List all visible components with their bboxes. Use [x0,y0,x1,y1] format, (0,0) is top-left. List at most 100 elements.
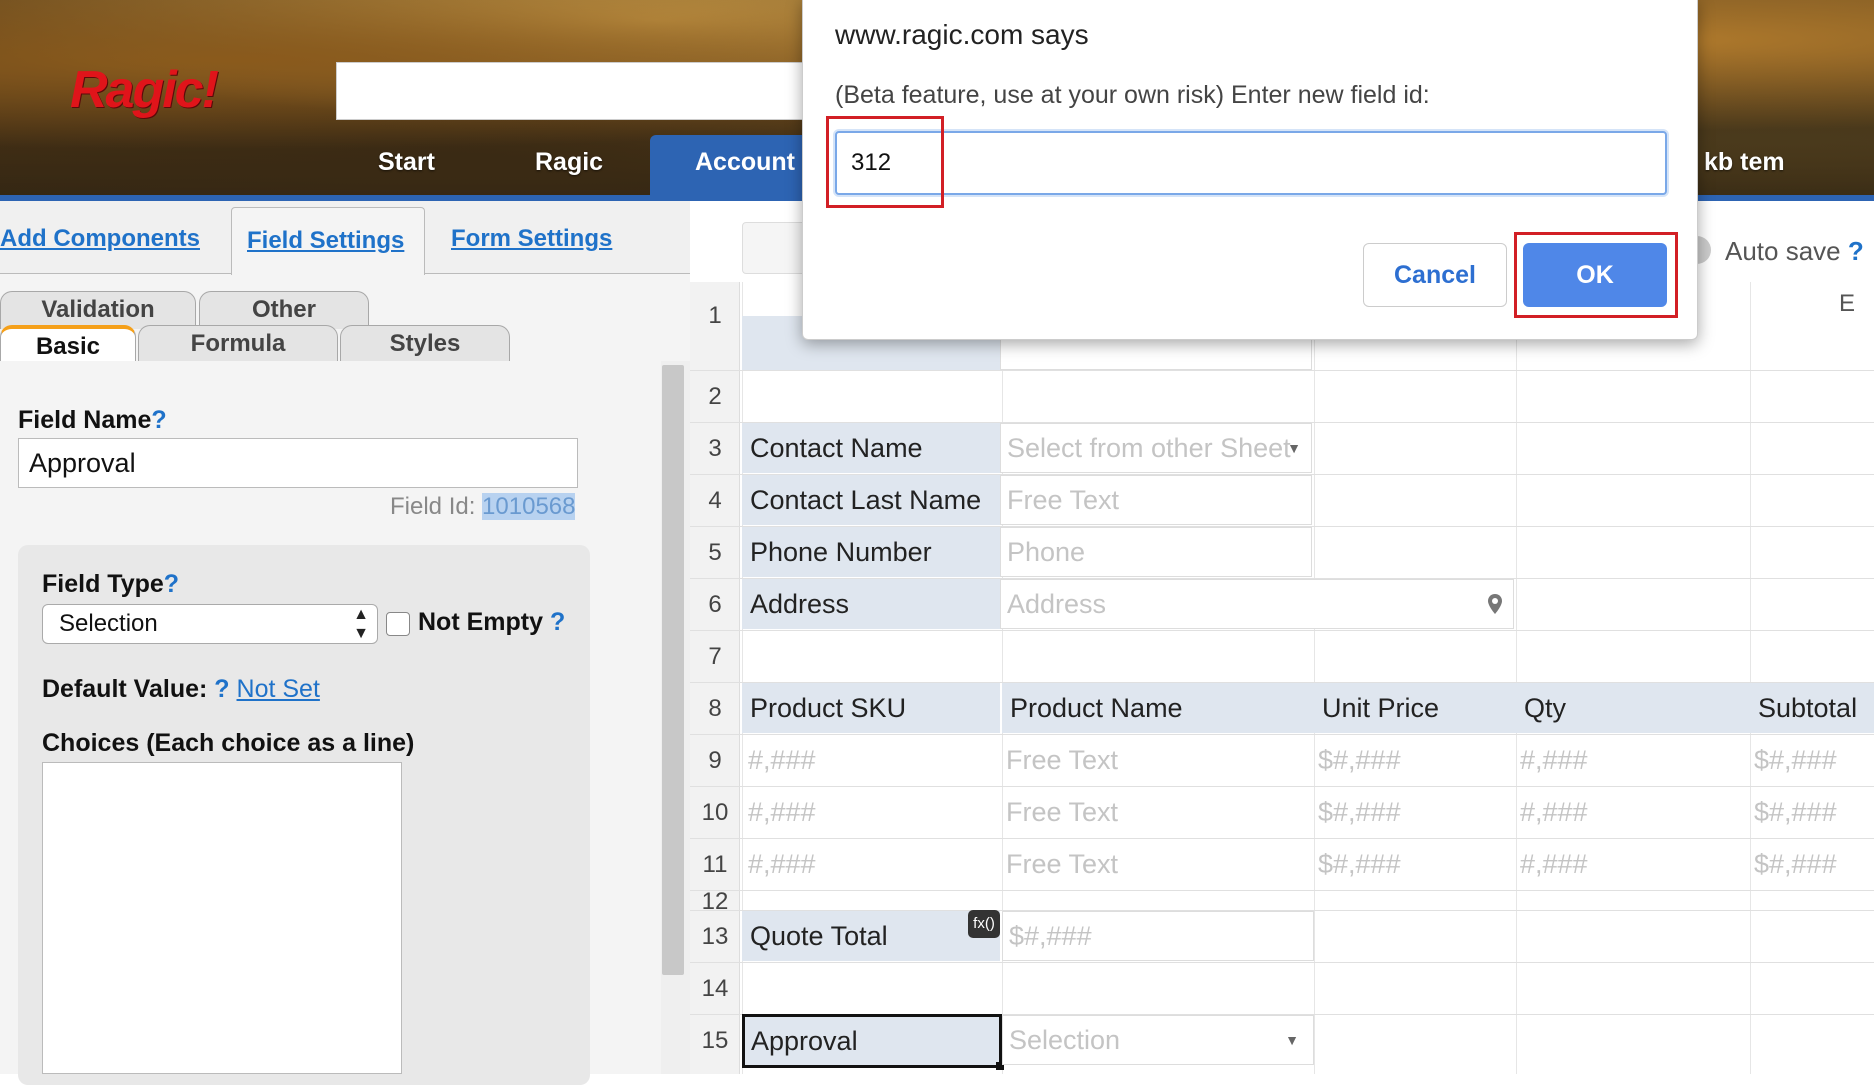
row-number: 1 [708,302,722,329]
global-search-input[interactable] [336,62,806,120]
table-cell-price[interactable]: $#,### [1318,849,1401,880]
address-field[interactable]: Address [1000,579,1514,629]
row-number: 6 [708,591,722,618]
default-value-link[interactable]: Not Set [237,675,320,703]
select-arrows-icon: ▲ ▼ [353,606,369,642]
field-type-help-icon[interactable]: ? [164,570,179,598]
nav-start[interactable]: Start [378,148,435,177]
not-empty-label: Not Empty ? [418,608,566,636]
row-number: 5 [708,539,722,566]
field-name-label: Field Name? [18,406,167,434]
ragic-logo[interactable]: Ragic! [70,60,219,120]
annotation-highlight-ok [1514,232,1678,318]
table-cell-subtotal[interactable]: $#,### [1754,797,1837,828]
field-type-label: Field Type? [42,570,180,598]
contact-name-field[interactable]: Select from other Sheet ▼ [1000,423,1312,473]
column-header-e[interactable]: E [1839,290,1855,318]
grid-row-line [690,786,1874,787]
cancel-button[interactable]: Cancel [1363,243,1507,307]
row-number: 3 [708,435,722,462]
table-cell-price[interactable]: $#,### [1318,745,1401,776]
phone-number-field[interactable]: Phone [1000,527,1312,577]
table-cell-qty[interactable]: #,### [1520,797,1588,828]
dropdown-arrow-icon: ▼ [1285,1032,1299,1048]
row-number: 13 [701,923,729,950]
phone-number-label[interactable]: Phone Number [742,527,1000,577]
subtab-validation[interactable]: Validation [0,291,196,329]
table-cell-subtotal[interactable]: $#,### [1754,849,1837,880]
nav-user[interactable]: kb tem [1704,148,1785,177]
table-cell-subtotal[interactable]: $#,### [1754,745,1837,776]
default-value-help-icon[interactable]: ? [214,675,229,703]
row-number: 8 [708,695,722,722]
row-number: 11 [702,851,728,878]
table-cell-qty[interactable]: #,### [1520,745,1588,776]
not-empty-checkbox[interactable] [386,612,410,636]
field-name-help-icon[interactable]: ? [151,406,166,434]
field-id-readout: Field Id: 1010568 [390,493,576,520]
grid-row-line [690,630,1874,631]
grid-col-line [1314,282,1315,1074]
nav-account-label: Account [695,148,795,176]
header-product-sku[interactable]: Product SKU [742,683,1000,733]
grid-col-line [1516,282,1517,1074]
autosave-help-icon[interactable]: ? [1848,236,1864,266]
table-cell-sku[interactable]: #,### [748,745,816,776]
address-label[interactable]: Address [742,579,1000,629]
new-field-id-input[interactable]: 312 [835,131,1667,195]
row-number: 4 [708,487,722,514]
annotation-highlight-input [826,116,944,208]
field-type-select[interactable]: Selection ▲ ▼ [42,604,378,644]
table-cell-sku[interactable]: #,### [748,849,816,880]
grid-row-line [690,962,1874,963]
nav-account[interactable]: Account [650,135,820,197]
settings-scroll-thumb[interactable] [662,365,684,975]
quote-total-label[interactable]: Quote Total [742,911,1000,961]
row-number: 15 [701,1027,729,1054]
tab-form-settings[interactable]: Form Settings [451,225,612,253]
choices-label: Choices (Each choice as a line) [42,729,415,757]
table-cell-name[interactable]: Free Text [1006,849,1118,880]
table-cell-price[interactable]: $#,### [1318,797,1401,828]
subtab-basic[interactable]: Basic [0,325,136,363]
row-number: 7 [708,643,722,670]
default-value-label: Default Value: ? Not Set [42,675,320,703]
approval-label-selected[interactable]: Approval [742,1014,1002,1068]
subtab-styles[interactable]: Styles [340,325,510,363]
table-cell-name[interactable]: Free Text [1006,797,1118,828]
header-subtotal[interactable]: Subtotal [1750,683,1874,733]
approval-field[interactable]: Selection ▼ [1002,1015,1314,1065]
map-pin-icon[interactable] [1488,594,1502,614]
field-name-input[interactable]: Approval [18,438,578,488]
nav-ragic[interactable]: Ragic [535,148,603,177]
grid-row-line [690,838,1874,839]
subtab-formula[interactable]: Formula [138,325,338,363]
row-number: 9 [708,747,722,774]
choices-textarea[interactable] [42,762,402,1074]
header-product-name[interactable]: Product Name [1002,683,1314,733]
autosave-label: Auto save ? [1725,236,1864,266]
header-unit-price[interactable]: Unit Price [1314,683,1516,733]
grid-row-line [690,370,1874,371]
contact-name-label[interactable]: Contact Name [742,423,1000,473]
row-number: 14 [701,975,729,1002]
contact-last-name-label[interactable]: Contact Last Name [742,475,1000,525]
tab-field-settings[interactable]: Field Settings [247,227,404,255]
not-empty-help-icon[interactable]: ? [550,608,565,636]
subtab-other[interactable]: Other [199,291,369,329]
table-cell-qty[interactable]: #,### [1520,849,1588,880]
formula-fx-icon[interactable]: fx() [968,910,1000,938]
grid-col-line [1750,282,1751,1074]
table-cell-sku[interactable]: #,### [748,797,816,828]
field-id-value[interactable]: 1010568 [482,493,576,520]
row-number: 2 [708,383,722,410]
header-qty[interactable]: Qty [1516,683,1750,733]
grid-row-line [690,734,1874,735]
table-cell-name[interactable]: Free Text [1006,745,1118,776]
contact-last-name-field[interactable]: Free Text [1000,475,1312,525]
dropdown-arrow-icon: ▼ [1287,440,1301,456]
quote-total-field[interactable]: $#,### [1002,911,1314,961]
grid-row-line [690,890,1874,891]
tab-add-components[interactable]: Add Components [0,225,200,253]
row-number: 10 [701,799,729,826]
